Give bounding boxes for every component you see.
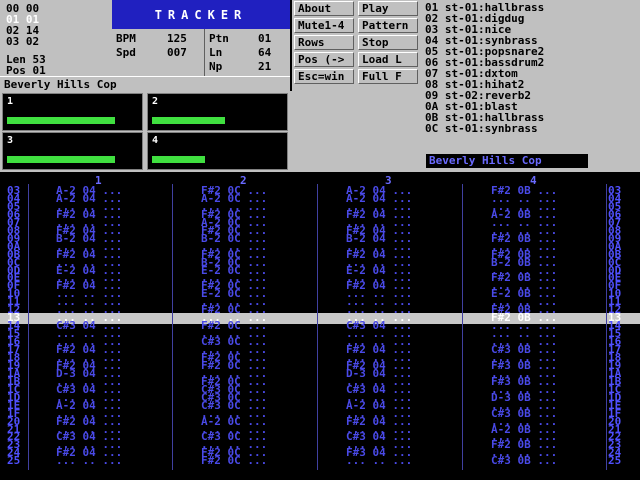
stats-divider xyxy=(204,29,205,76)
ln-label: Ln xyxy=(209,46,223,59)
spd-label: Spd xyxy=(116,46,136,59)
app-title-text: TRACKER xyxy=(154,7,248,22)
song-name-strip: Beverly Hills Cop xyxy=(0,76,290,91)
scope-number: 1 xyxy=(7,96,14,107)
row-number: 25 xyxy=(7,454,21,467)
song-position-panel: 00 00 01 01 02 14 03 02 Len 53 Pos 01 xyxy=(0,0,112,76)
pattern-cell[interactable]: ... .. ... xyxy=(56,455,122,466)
play-button[interactable]: Play xyxy=(358,1,418,16)
escape-window-button[interactable]: Esc=win xyxy=(294,69,354,84)
ptn-value[interactable]: 01 xyxy=(258,33,271,44)
stats-panel: BPM 125 Spd 007 Ptn 01 Ln 64 Np 21 xyxy=(112,29,290,76)
sample-name-field[interactable]: Beverly Hills Cop xyxy=(426,154,588,168)
np-value[interactable]: 21 xyxy=(258,61,271,72)
scope-channel-1[interactable]: 1 xyxy=(2,93,143,131)
scope-channel-4[interactable]: 4 xyxy=(147,132,288,170)
bpm-value[interactable]: 125 xyxy=(167,33,187,44)
scope-number: 2 xyxy=(152,96,159,107)
pattern-cell[interactable]: C#3 0B ... xyxy=(491,455,557,466)
scope-level-bar xyxy=(7,156,115,163)
position-button[interactable]: Pos (-> xyxy=(294,52,354,67)
channel-divider xyxy=(606,184,607,470)
position-entry[interactable]: 03 02 xyxy=(6,36,39,47)
channel-divider xyxy=(462,184,463,470)
channel-divider xyxy=(28,184,29,470)
app-title: TRACKER xyxy=(112,0,290,29)
load-button[interactable]: Load L xyxy=(358,52,418,67)
channel-scopes: 1 2 3 4 xyxy=(0,91,292,172)
fullscreen-button[interactable]: Full F xyxy=(358,69,418,84)
scope-number: 4 xyxy=(152,135,159,146)
pattern-cell[interactable]: F#2 0C ... xyxy=(201,455,267,466)
spd-value[interactable]: 007 xyxy=(167,47,187,58)
sample-list: 01 st-01:hallbrass 02 st-01:digdug 03 st-0… xyxy=(422,0,640,172)
scope-level-bar xyxy=(152,156,205,163)
scope-channel-3[interactable]: 3 xyxy=(2,132,143,170)
row-number: 25 xyxy=(608,454,622,467)
channel-divider xyxy=(317,184,318,470)
sample-item[interactable]: 0C st-01:synbrass xyxy=(425,123,538,134)
scope-level-bar xyxy=(152,117,225,124)
control-buttons: About Play Mute1-4 Pattern Rows Stop Pos… xyxy=(292,0,422,172)
mute-button[interactable]: Mute1-4 xyxy=(294,18,354,33)
bpm-label: BPM xyxy=(116,32,136,45)
stop-button[interactable]: Stop xyxy=(358,35,418,50)
scope-number: 3 xyxy=(7,135,14,146)
np-label: Np xyxy=(209,60,223,73)
scope-channel-2[interactable]: 2 xyxy=(147,93,288,131)
song-position: Pos 01 xyxy=(6,64,46,77)
rows-button[interactable]: Rows xyxy=(294,35,354,50)
pattern-button[interactable]: Pattern xyxy=(358,18,418,33)
about-button[interactable]: About xyxy=(294,1,354,16)
channel-divider xyxy=(172,184,173,470)
pattern-cell[interactable]: ... .. ... xyxy=(346,455,412,466)
ln-value[interactable]: 64 xyxy=(258,47,271,58)
scope-level-bar xyxy=(7,117,115,124)
ptn-label: Ptn xyxy=(209,32,229,45)
song-name[interactable]: Beverly Hills Cop xyxy=(4,79,117,90)
